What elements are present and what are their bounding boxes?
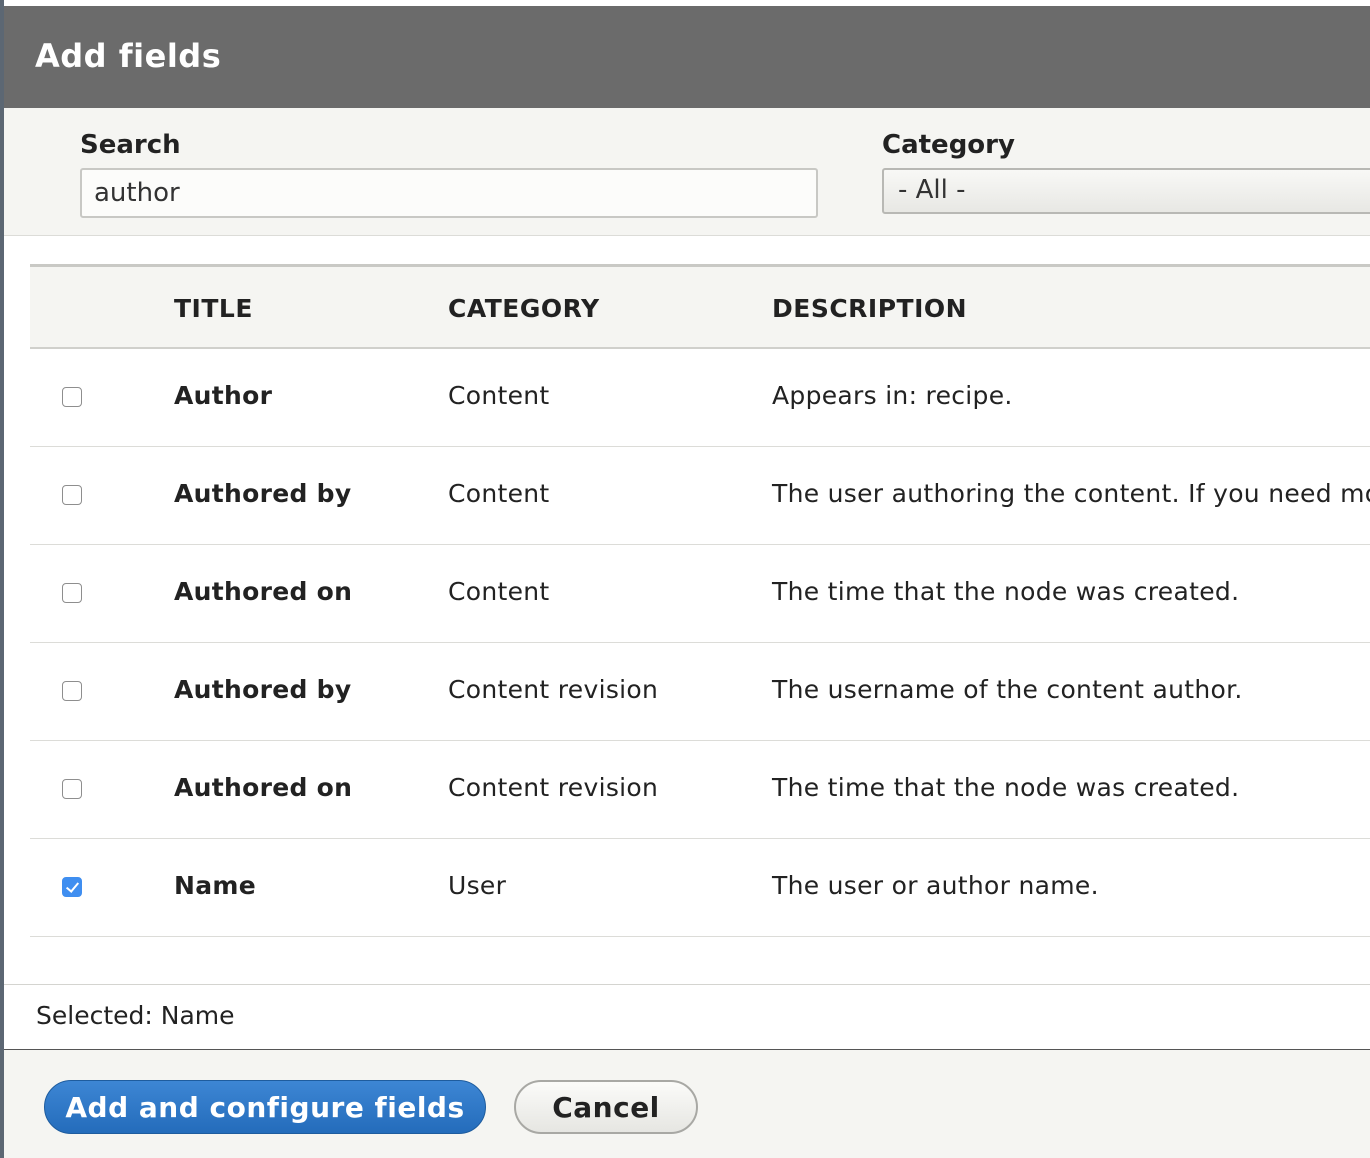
row-category: Content	[448, 381, 550, 410]
header-category: CATEGORY	[448, 294, 600, 323]
row-title: Author	[174, 381, 273, 410]
row-description: The username of the content author.	[772, 675, 1243, 704]
add-fields-dialog: Add fields Search Category - All - TITLE…	[4, 6, 1370, 1158]
row-title: Authored by	[174, 479, 352, 508]
row-title: Authored by	[174, 675, 352, 704]
table-row[interactable]: Authored by Content revision The usernam…	[30, 643, 1370, 741]
table-row[interactable]: Author Content Appears in: recipe.	[30, 349, 1370, 447]
search-label: Search	[80, 130, 181, 160]
row-checkbox[interactable]	[62, 583, 82, 603]
table-row[interactable]: Authored on Content revision The time th…	[30, 741, 1370, 839]
row-category: User	[448, 871, 507, 900]
filters-panel: Search Category - All -	[4, 108, 1370, 236]
dialog-title: Add fields	[35, 37, 222, 75]
row-checkbox[interactable]	[62, 681, 82, 701]
row-checkbox[interactable]	[62, 779, 82, 799]
search-input[interactable]	[80, 168, 818, 218]
fields-table: TITLE CATEGORY DESCRIPTION Author Conten…	[30, 264, 1370, 937]
table-header: TITLE CATEGORY DESCRIPTION	[30, 264, 1370, 349]
dialog-titlebar: Add fields	[4, 6, 1370, 108]
header-title: TITLE	[174, 294, 253, 323]
row-category: Content revision	[448, 675, 659, 704]
add-and-configure-fields-button[interactable]: Add and configure fields	[44, 1080, 486, 1134]
row-checkbox[interactable]	[62, 485, 82, 505]
category-select[interactable]: - All -	[882, 168, 1370, 214]
row-category: Content revision	[448, 773, 659, 802]
table-row[interactable]: Authored by Content The user authoring t…	[30, 447, 1370, 545]
dialog-footer: Add and configure fields Cancel	[4, 1050, 1370, 1158]
row-category: Content	[448, 479, 550, 508]
header-description: DESCRIPTION	[772, 294, 968, 323]
row-checkbox[interactable]	[62, 387, 82, 407]
cancel-button[interactable]: Cancel	[514, 1080, 698, 1134]
page: Add fields Search Category - All - TITLE…	[0, 0, 1370, 1158]
row-checkbox[interactable]	[62, 877, 82, 897]
row-title: Authored on	[174, 773, 353, 802]
selection-summary: Selected: Name	[4, 984, 1370, 1051]
row-title: Authored on	[174, 577, 353, 606]
selected-fields-text: Selected: Name	[36, 1001, 235, 1030]
category-label: Category	[882, 130, 1015, 160]
row-description: The time that the node was created.	[772, 577, 1240, 606]
row-description: The time that the node was created.	[772, 773, 1240, 802]
table-row[interactable]: Authored on Content The time that the no…	[30, 545, 1370, 643]
category-select-value: - All -	[898, 175, 966, 205]
table-row[interactable]: Name User The user or author name.	[30, 839, 1370, 937]
row-description: The user authoring the content. If you n…	[772, 479, 1370, 508]
row-description: The user or author name.	[772, 871, 1099, 900]
row-description: Appears in: recipe.	[772, 381, 1013, 410]
row-category: Content	[448, 577, 550, 606]
row-title: Name	[174, 871, 256, 900]
